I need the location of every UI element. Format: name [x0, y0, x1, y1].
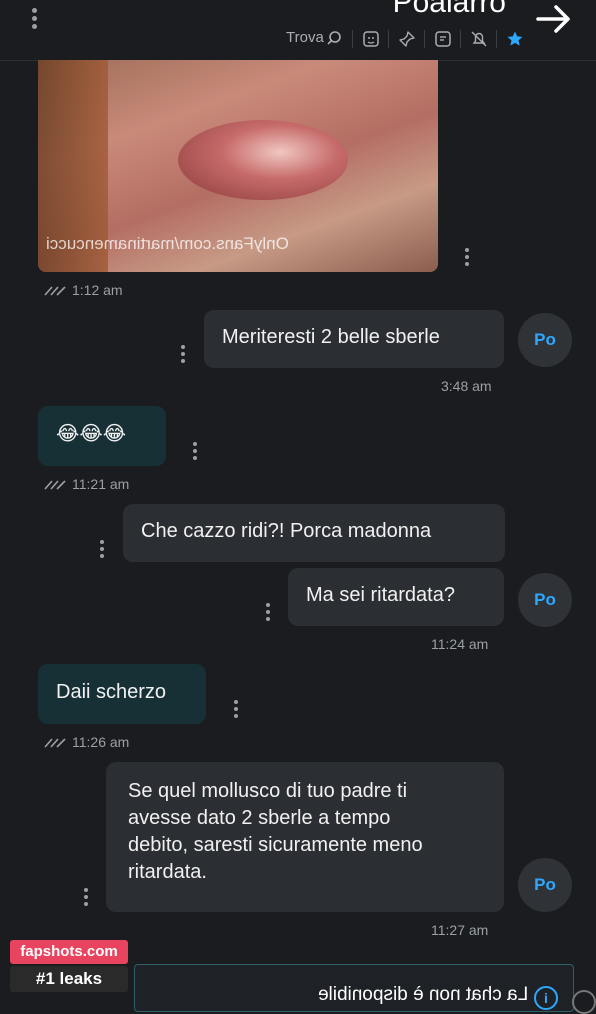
photo-lips [178, 120, 348, 200]
message-menu-icon[interactable] [234, 700, 238, 721]
pin-icon[interactable] [396, 28, 418, 50]
message-time: 3:48 am [441, 378, 492, 394]
search-button[interactable]: Trova [286, 29, 342, 46]
toolbar-divider [460, 30, 461, 48]
time-label: 1:12 am [72, 282, 123, 298]
message-text-line: ritardata. [128, 861, 207, 883]
avatar[interactable]: Po [518, 313, 572, 367]
message-time: 1:12 am [44, 282, 123, 298]
toolbar-divider [424, 30, 425, 48]
toolbar-divider [496, 30, 497, 48]
message-time: 11:26 am [44, 734, 129, 750]
message-text-line: Se quel mollusco di tuo padre ti [128, 780, 408, 802]
message-text-line: debito, saresti sicuramente meno [128, 834, 423, 856]
chat-title: Poalarro [392, 0, 506, 19]
message-menu-icon[interactable] [84, 888, 88, 909]
sticker-icon[interactable] [360, 28, 382, 50]
message-menu-icon[interactable] [181, 345, 185, 366]
circle-icon [572, 990, 596, 1014]
site-watermark-tagline: #1 leaks [10, 966, 128, 992]
read-ticks-icon [44, 738, 66, 748]
message-text: Meriteresti 2 belle sberle [222, 326, 440, 348]
time-label: 11:21 am [72, 476, 130, 492]
message-menu-icon[interactable] [193, 442, 197, 463]
search-icon [327, 30, 341, 45]
message-bubble[interactable]: Se quel mollusco di tuo padre ti avesse … [106, 762, 504, 912]
message-time: 11:21 am [44, 476, 129, 492]
message-bubble[interactable]: Ma sei ritardata? [288, 568, 504, 626]
info-icon[interactable]: i [534, 986, 558, 1010]
message-time: 11:24 am [431, 636, 489, 652]
avatar[interactable]: Po [518, 858, 572, 912]
star-icon[interactable] [504, 28, 526, 50]
more-options-icon[interactable] [32, 8, 38, 32]
toolbar-divider [388, 30, 389, 48]
message-text: Ma sei ritardata? [306, 584, 455, 606]
message-text: Che cazzo ridi?! Porca madonna [141, 520, 432, 542]
message-menu-icon[interactable] [100, 540, 104, 561]
read-ticks-icon [44, 286, 66, 296]
time-label: 11:26 am [72, 734, 130, 750]
back-arrow-icon[interactable] [534, 2, 574, 36]
note-icon[interactable] [432, 28, 454, 50]
message-bubble[interactable]: Meriteresti 2 belle sberle [204, 310, 504, 368]
search-label: Trova [286, 29, 324, 46]
image-watermark: OnlyFans.com/martinamencucci [46, 234, 289, 253]
message-time: 11:27 am [431, 922, 489, 938]
message-bubble[interactable]: Daii scherzo [38, 664, 206, 724]
message-text: 😂😂😂 [56, 423, 127, 445]
site-watermark: fapshots.com [10, 940, 128, 964]
message-menu-icon[interactable] [266, 603, 270, 624]
avatar[interactable]: Po [518, 573, 572, 627]
image-message[interactable]: OnlyFans.com/martinamencucci [38, 60, 438, 272]
mute-bell-icon[interactable] [468, 28, 490, 50]
message-bubble[interactable]: 😂😂😂 [38, 406, 166, 466]
message-text: Daii scherzo [56, 681, 167, 703]
message-bubble[interactable]: Che cazzo ridi?! Porca madonna [123, 504, 505, 562]
read-ticks-icon [44, 480, 66, 490]
chat-unavailable-text: La chat non è disponibile [317, 984, 528, 1005]
message-menu-icon[interactable] [465, 248, 469, 269]
message-text-line: avesse dato 2 sberle a tempo [128, 807, 391, 829]
toolbar-divider [352, 30, 353, 48]
